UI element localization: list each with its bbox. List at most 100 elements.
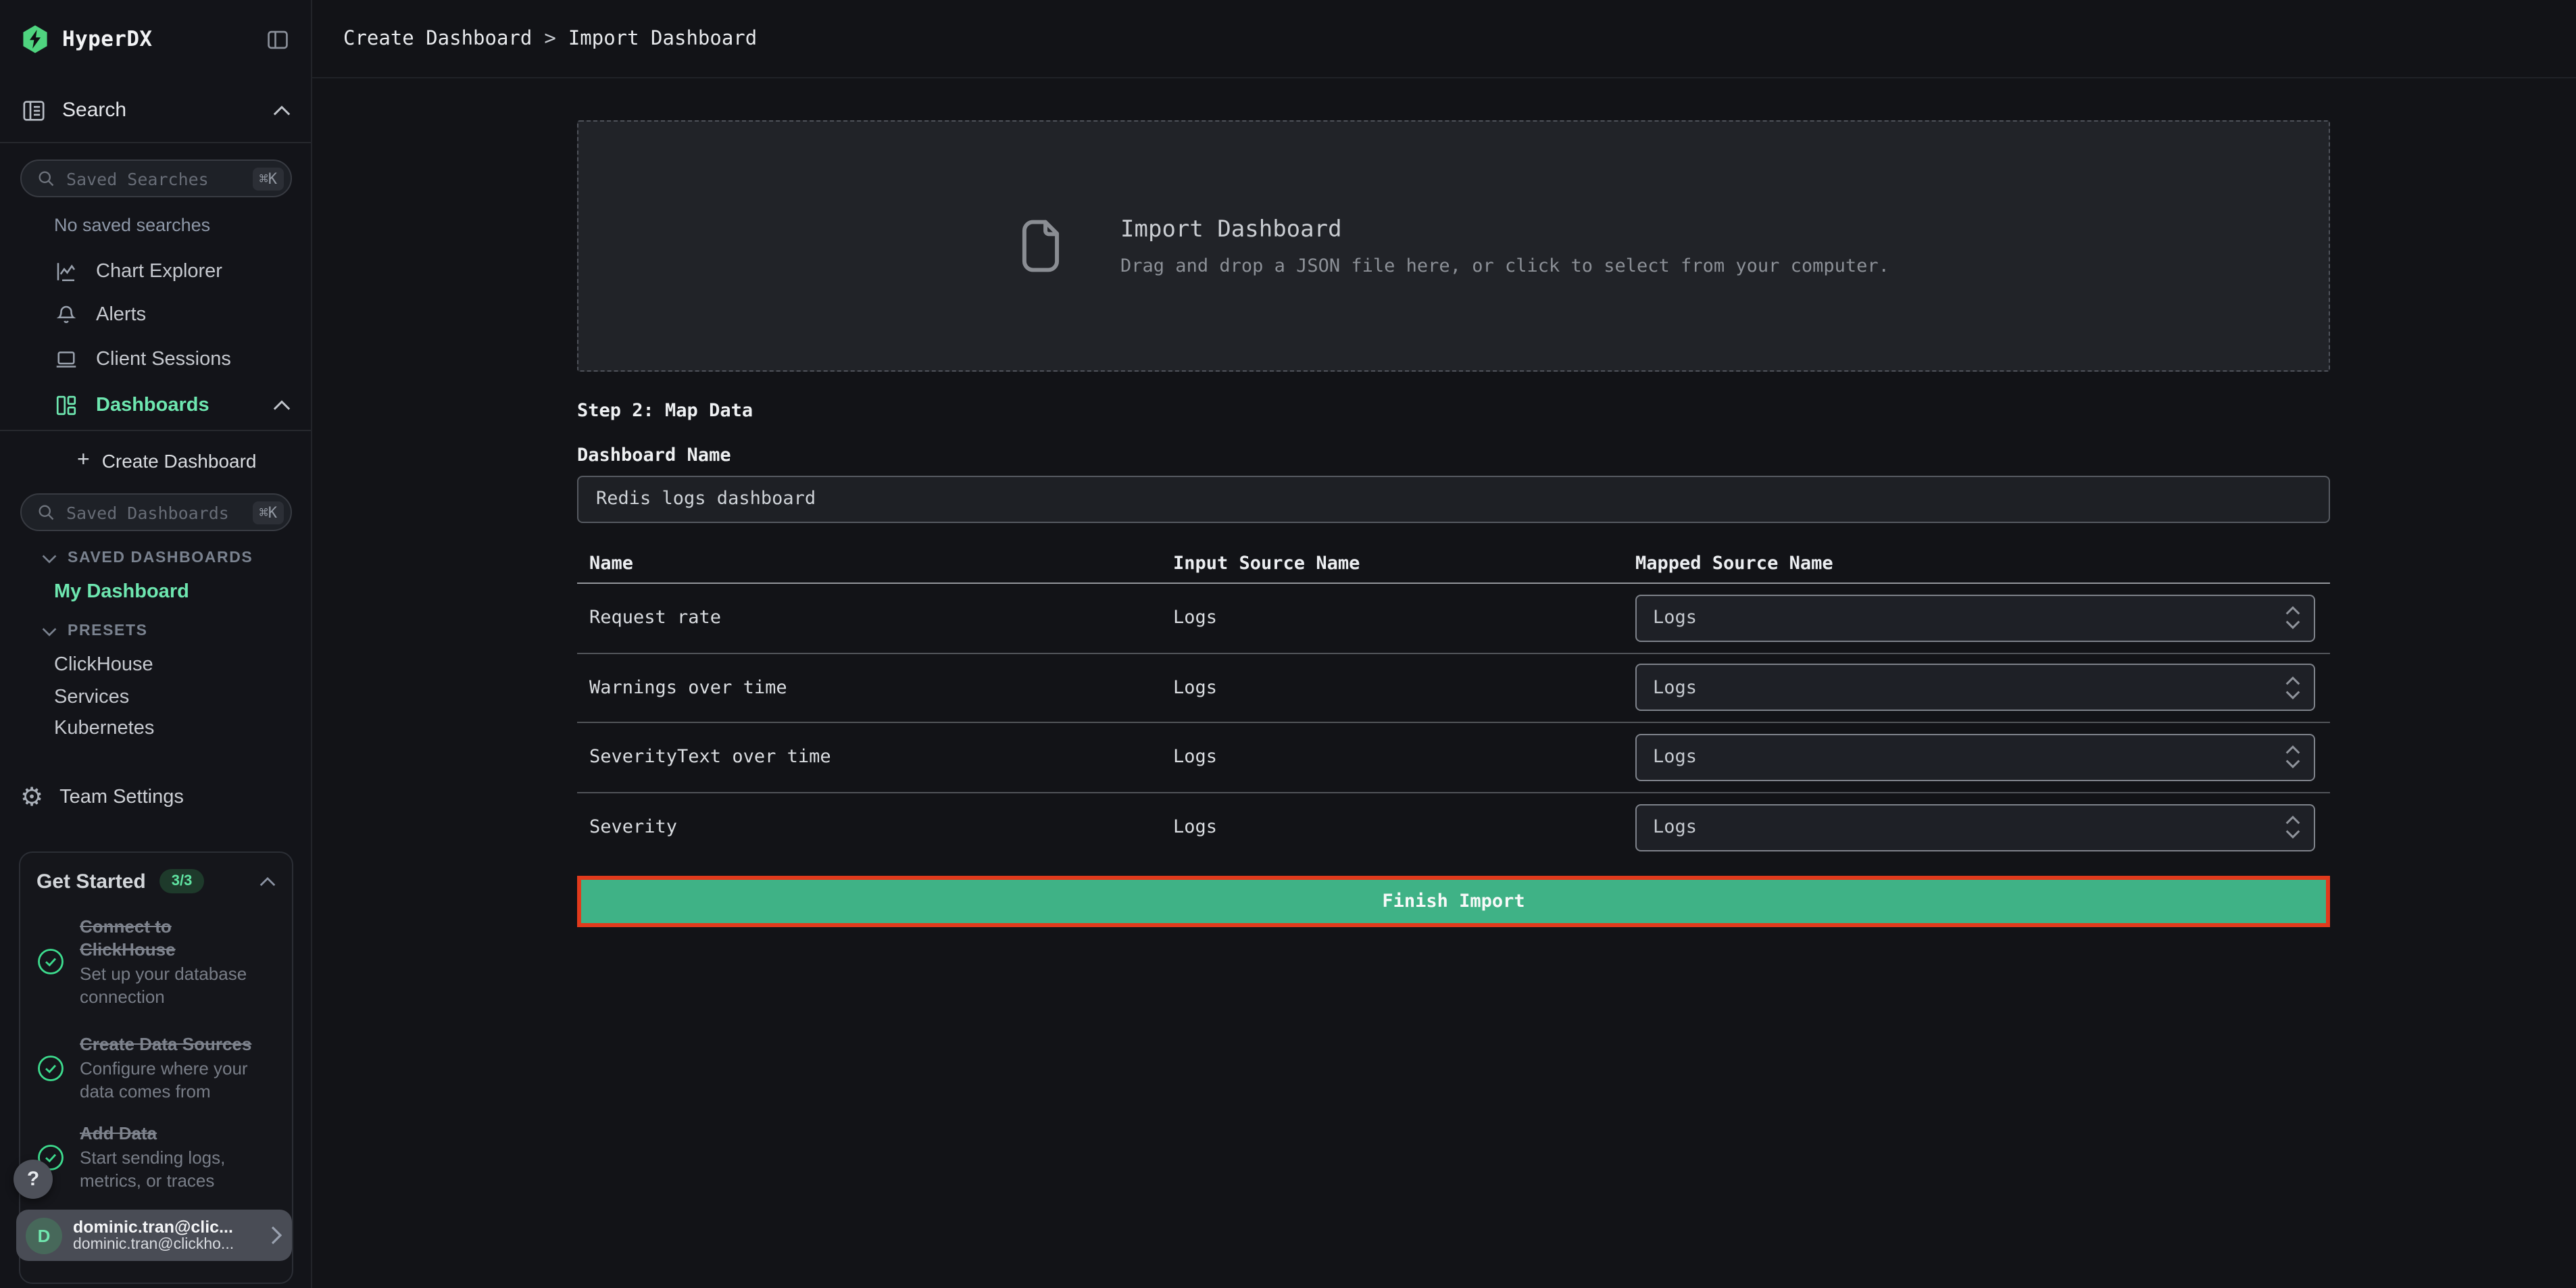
row-name: SeverityText over time	[577, 747, 1173, 768]
saved-dashboards-placeholder: Saved Dashboards	[66, 502, 253, 522]
sidebar-item-label: Alerts	[96, 304, 146, 326]
select-value: Logs	[1653, 817, 1697, 839]
search-icon	[36, 503, 55, 522]
breadcrumb-import-dashboard[interactable]: Import Dashboard	[568, 28, 757, 49]
search-section-label: Search	[62, 99, 126, 122]
row-input-source: Logs	[1173, 677, 1635, 699]
column-header-mapped-source: Mapped Source Name	[1635, 552, 2330, 574]
create-dashboard-button[interactable]: + Create Dashboard	[0, 439, 311, 482]
no-saved-searches-text: No saved searches	[54, 215, 210, 235]
mapped-source-select[interactable]: Logs	[1635, 595, 2315, 642]
row-name: Severity	[577, 817, 1173, 839]
finish-import-button[interactable]: Finish Import	[577, 876, 2330, 927]
cmd-k-shortcut: ⌘K	[253, 501, 284, 524]
get-started-header[interactable]: Get Started 3/3	[36, 869, 276, 893]
chevron-up-icon[interactable]	[259, 876, 276, 886]
search-icon	[36, 169, 55, 188]
table-row: Request rate Logs Logs	[577, 584, 2330, 653]
search-panel-icon	[20, 97, 47, 124]
select-chevrons-icon	[2284, 743, 2302, 772]
breadcrumb-separator: >	[544, 28, 555, 49]
user-email: dominic.tran@clickho...	[73, 1237, 270, 1253]
plus-icon: +	[77, 449, 90, 473]
chevron-up-icon[interactable]	[273, 105, 291, 116]
get-started-title: Get Started	[36, 870, 146, 893]
presets-section-toggle[interactable]: PRESETS	[42, 623, 148, 639]
check-circle-icon	[36, 1054, 80, 1082]
sidebar: HyperDX Search	[0, 0, 312, 1288]
dropzone-title: Import Dashboard	[1120, 216, 1889, 243]
sidebar-item-client-sessions[interactable]: Client Sessions	[0, 338, 311, 381]
sidebar-item-kubernetes[interactable]: Kubernetes	[54, 718, 154, 741]
saved-searches-placeholder: Saved Searches	[66, 168, 253, 189]
chart-line-icon	[54, 259, 78, 284]
app-root: HyperDX Search	[0, 0, 2576, 1288]
dashboard-name-label: Dashboard Name	[577, 445, 731, 466]
app-title: HyperDX	[62, 27, 152, 51]
mapped-source-select[interactable]: Logs	[1635, 664, 2315, 712]
checklist-item-connect-clickhouse[interactable]: Connect to ClickHouse Set up your databa…	[36, 915, 276, 1008]
select-chevrons-icon	[2284, 814, 2302, 842]
saved-searches-input[interactable]: Saved Searches ⌘K	[20, 159, 292, 197]
row-name: Warnings over time	[577, 677, 1173, 699]
table-row: SeverityText over time Logs Logs	[577, 723, 2330, 793]
import-dropzone[interactable]: Import Dashboard Drag and drop a JSON fi…	[577, 120, 2330, 372]
mapped-source-select[interactable]: Logs	[1635, 804, 2315, 851]
checklist-item-desc: Configure where your data comes from	[80, 1057, 276, 1103]
chevron-down-icon	[42, 553, 57, 563]
row-input-source: Logs	[1173, 608, 1635, 629]
column-header-name: Name	[577, 552, 1173, 574]
main-area: Create Dashboard > Import Dashboard Impo…	[312, 0, 2576, 1288]
checklist-item-create-data-sources[interactable]: Create Data Sources Configure where your…	[36, 1033, 276, 1103]
dashboard-grid-icon	[54, 393, 78, 418]
dropzone-subtitle: Drag and drop a JSON file here, or click…	[1120, 255, 1889, 276]
divider	[0, 142, 311, 143]
saved-dashboards-section-toggle[interactable]: SAVED DASHBOARDS	[42, 550, 253, 566]
sidebar-toggle-icon[interactable]	[265, 26, 291, 52]
user-account-button[interactable]: D dominic.tran@clic... dominic.tran@clic…	[16, 1210, 292, 1261]
cmd-k-shortcut: ⌘K	[253, 167, 284, 190]
chevron-up-icon[interactable]	[273, 400, 291, 411]
help-button[interactable]: ?	[14, 1160, 53, 1199]
row-input-source: Logs	[1173, 817, 1635, 839]
finish-import-label: Finish Import	[1382, 891, 1525, 912]
table-row: Warnings over time Logs Logs	[577, 653, 2330, 723]
column-header-input-source: Input Source Name	[1173, 552, 1635, 574]
section-label: PRESETS	[68, 623, 148, 639]
sidebar-item-label: Dashboards	[96, 395, 209, 416]
team-settings-label: Team Settings	[59, 787, 184, 808]
gear-icon: ⚙	[20, 785, 43, 810]
divider	[0, 430, 311, 431]
sidebar-item-clickhouse[interactable]: ClickHouse	[54, 654, 153, 677]
checklist-item-title: Connect to ClickHouse	[80, 915, 276, 961]
mapped-source-select[interactable]: Logs	[1635, 734, 2315, 781]
bell-icon	[54, 303, 78, 327]
table-header-row: Name Input Source Name Mapped Source Nam…	[577, 543, 2330, 584]
top-bar: Create Dashboard > Import Dashboard	[312, 0, 2576, 78]
sidebar-item-team-settings[interactable]: ⚙ Team Settings	[0, 776, 311, 819]
sidebar-item-my-dashboard[interactable]: My Dashboard	[54, 581, 189, 604]
checklist-item-desc: Set up your database connection	[80, 962, 276, 1008]
saved-dashboards-input[interactable]: Saved Dashboards ⌘K	[20, 493, 292, 531]
select-value: Logs	[1653, 677, 1697, 699]
breadcrumb-create-dashboard[interactable]: Create Dashboard	[343, 28, 532, 49]
select-value: Logs	[1653, 608, 1697, 629]
file-icon	[1018, 216, 1064, 276]
sidebar-item-label: Client Sessions	[96, 349, 231, 370]
search-section-header[interactable]: Search	[0, 78, 311, 142]
checklist-item-add-data[interactable]: Add Data Start sending logs, metrics, or…	[36, 1122, 276, 1192]
create-dashboard-label: Create Dashboard	[102, 450, 257, 472]
row-input-source: Logs	[1173, 747, 1635, 768]
sidebar-item-chart-explorer[interactable]: Chart Explorer	[0, 250, 311, 293]
sidebar-item-dashboards[interactable]: Dashboards	[0, 384, 311, 427]
hyperdx-logo-icon	[20, 24, 50, 54]
sidebar-item-services[interactable]: Services	[54, 687, 129, 710]
dashboard-name-input[interactable]: Redis logs dashboard	[577, 476, 2330, 523]
chevron-down-icon	[42, 626, 57, 636]
progress-badge: 3/3	[159, 869, 205, 893]
table-row: Severity Logs Logs	[577, 793, 2330, 862]
section-label: SAVED DASHBOARDS	[68, 550, 253, 566]
sidebar-item-alerts[interactable]: Alerts	[0, 293, 311, 337]
select-chevrons-icon	[2284, 604, 2302, 633]
user-name: dominic.tran@clic...	[73, 1218, 270, 1237]
